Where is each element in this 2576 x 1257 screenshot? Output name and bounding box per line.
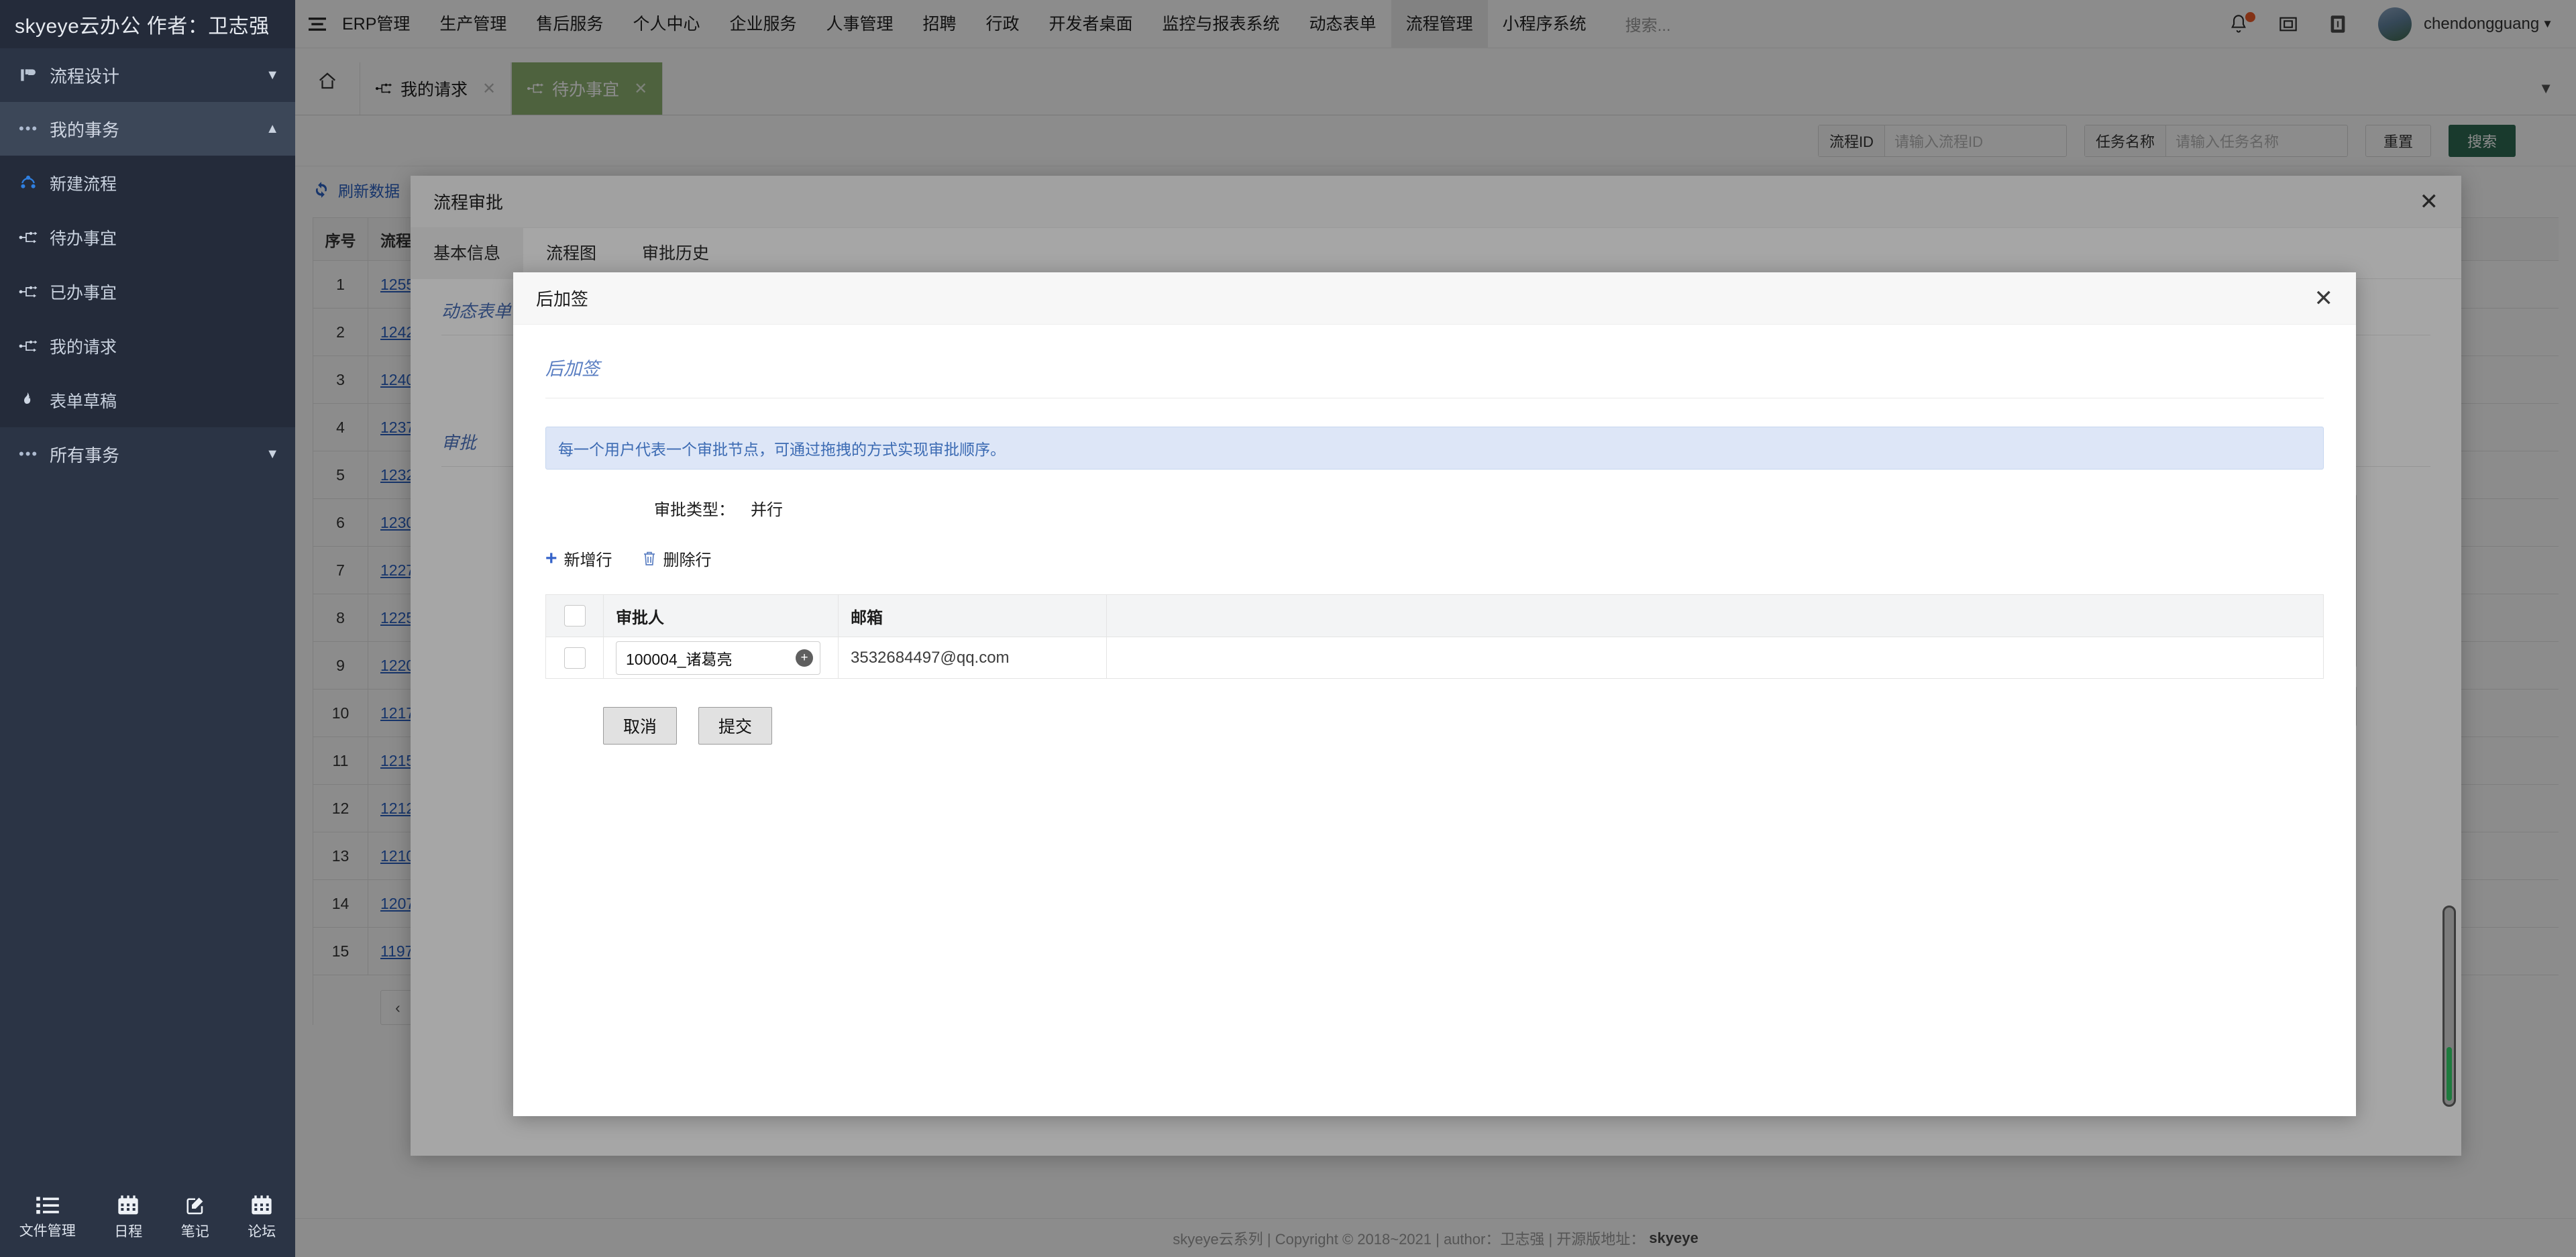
- sidebar-item-todo[interactable]: 待办事宜: [0, 210, 295, 264]
- sidebar-item-label: 待办事宜: [50, 229, 117, 248]
- sidebar-item-new-process[interactable]: 新建流程: [0, 156, 295, 210]
- approval-type-label: 审批类型：: [654, 501, 735, 519]
- approver-value: 100004_诸葛亮: [626, 650, 733, 668]
- delete-row-button[interactable]: 删除行: [642, 547, 712, 570]
- sitemap-icon: [19, 339, 50, 353]
- add-row-button[interactable]: + 新增行: [545, 547, 612, 570]
- approvers-table: 审批人 邮箱 100004_诸葛亮 +3532684497@qq.com: [545, 594, 2324, 679]
- sidebar-tool-forum[interactable]: 论坛: [248, 1195, 276, 1241]
- sidebar-group-flow-design[interactable]: 流程设计 ▼: [0, 48, 295, 102]
- countersign-dialog-title: 后加签: [536, 289, 589, 309]
- cancel-button[interactable]: 取消: [603, 707, 677, 745]
- submit-button[interactable]: 提交: [698, 707, 772, 745]
- countersign-dialog: 后加签 ✕ 后加签 每一个用户代表一个审批节点，可通过拖拽的方式实现审批顺序。 …: [513, 272, 2356, 1116]
- calendar-icon: [251, 1195, 272, 1215]
- flow-icon: [19, 66, 50, 84]
- approval-type-row: 审批类型： 并行: [513, 470, 2356, 520]
- cell-email: 3532684497@qq.com: [839, 637, 1107, 678]
- sidebar-tool-label: 日程: [114, 1224, 143, 1240]
- chevron-up-icon: ▲: [266, 121, 279, 136]
- sidebar-group-label: 所有事务: [50, 445, 120, 466]
- select-all-cell: [546, 595, 604, 637]
- delete-row-label: 删除行: [663, 551, 712, 569]
- sidebar-item-done[interactable]: 已办事宜: [0, 264, 295, 319]
- sidebar-tool-file-manage[interactable]: 文件管理: [19, 1196, 76, 1240]
- col-email: 邮箱: [839, 595, 1107, 637]
- sidebar-tool-notes[interactable]: 笔记: [181, 1195, 209, 1241]
- sidebar-item-label: 表单草稿: [50, 392, 117, 411]
- chevron-down-icon: ▼: [266, 446, 279, 461]
- dots-icon: •••: [19, 445, 39, 462]
- select-all-checkbox[interactable]: [564, 605, 586, 626]
- countersign-dialog-body: 后加签 每一个用户代表一个审批节点，可通过拖拽的方式实现审批顺序。 审批类型： …: [513, 325, 2356, 1116]
- add-row-label: 新增行: [564, 551, 612, 569]
- sidebar-tool-calendar[interactable]: 日程: [114, 1195, 142, 1241]
- sidebar-item-label: 新建流程: [50, 174, 117, 194]
- sidebar-menu: 流程设计 ▼ ••• 我的事务 ▲ 新建流程 待办事宜 已办事宜 我的请求 表单…: [0, 48, 295, 481]
- table-row[interactable]: 100004_诸葛亮 +3532684497@qq.com: [546, 637, 2323, 678]
- approval-type-value: 并行: [751, 501, 783, 519]
- approver-select[interactable]: 100004_诸葛亮 +: [616, 641, 820, 675]
- countersign-section-title: 后加签: [545, 359, 600, 379]
- sidebar-group-label: 我的事务: [50, 119, 120, 140]
- sitemap-icon: [19, 285, 50, 298]
- sidebar-tool-label: 文件管理: [19, 1223, 76, 1239]
- cell-approver: 100004_诸葛亮 +: [604, 637, 839, 678]
- sidebar-group-label: 流程设计: [50, 66, 120, 87]
- info-alert: 每一个用户代表一个审批节点，可通过拖拽的方式实现审批顺序。: [545, 427, 2324, 470]
- trash-icon: [642, 551, 657, 567]
- table-body: 100004_诸葛亮 +3532684497@qq.com: [546, 637, 2323, 678]
- sidebar-group-all-affairs[interactable]: ••• 所有事务 ▼: [0, 427, 295, 481]
- brand-title: skyeye云办公 作者：卫志强: [0, 0, 295, 48]
- sidebar-group-my-affairs[interactable]: ••• 我的事务 ▲: [0, 102, 295, 156]
- sidebar-item-label: 我的请求: [50, 337, 117, 357]
- sidebar-item-label: 已办事宜: [50, 283, 117, 303]
- row-checkbox[interactable]: [564, 647, 586, 669]
- close-icon[interactable]: ✕: [2314, 287, 2334, 310]
- sidebar-item-my-requests[interactable]: 我的请求: [0, 319, 295, 373]
- countersign-dialog-header: 后加签 ✕: [513, 272, 2356, 325]
- edit-icon: [184, 1195, 206, 1215]
- dialog-buttons: 取消 提交: [513, 679, 2356, 745]
- sidebar-tool-label: 笔记: [180, 1224, 209, 1240]
- col-approver: 审批人: [604, 595, 839, 637]
- share-node-icon: [19, 174, 50, 193]
- sidebar-tools: 文件管理 日程 笔记 论坛: [0, 1179, 295, 1257]
- sidebar: skyeye云办公 作者：卫志强 流程设计 ▼ ••• 我的事务 ▲ 新建流程 …: [0, 0, 295, 1257]
- clear-icon[interactable]: +: [796, 649, 813, 667]
- calendar-icon: [117, 1195, 139, 1215]
- fire-icon: [19, 392, 50, 409]
- row-select-cell: [546, 637, 604, 678]
- sidebar-tool-label: 论坛: [248, 1224, 276, 1240]
- plus-icon: +: [545, 547, 557, 569]
- chevron-down-icon: ▼: [266, 67, 279, 83]
- list-icon: [36, 1196, 59, 1215]
- sitemap-icon: [19, 231, 50, 244]
- cell-extra: [1107, 637, 2323, 678]
- table-header-row: 审批人 邮箱: [546, 595, 2323, 637]
- sidebar-submenu: 新建流程 待办事宜 已办事宜 我的请求 表单草稿: [0, 156, 295, 427]
- sidebar-item-form-draft[interactable]: 表单草稿: [0, 373, 295, 427]
- col-extra: [1107, 595, 2323, 637]
- dots-icon: •••: [19, 120, 39, 137]
- row-actions: + 新增行 删除行: [513, 520, 2356, 570]
